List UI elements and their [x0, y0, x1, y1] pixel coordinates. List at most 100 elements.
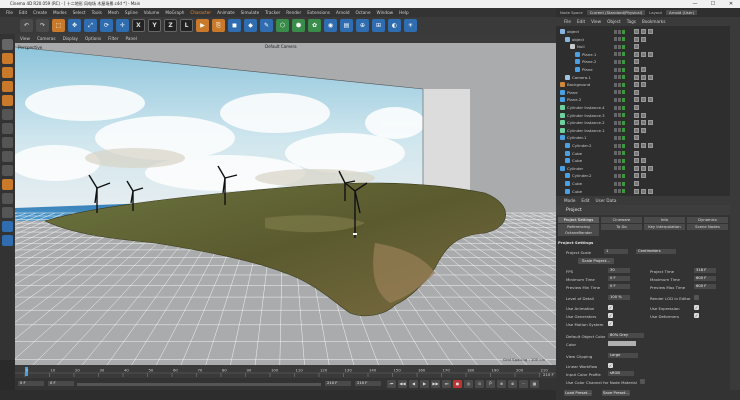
object-row[interactable]: Plane.1 — [556, 51, 730, 58]
tab-key-interpolation[interactable]: Key Interpolation — [644, 223, 685, 230]
object-name[interactable]: object — [572, 37, 584, 42]
object-tags[interactable] — [634, 181, 639, 186]
visibility-flags[interactable] — [614, 135, 625, 140]
main-menu-volume[interactable]: Volume — [144, 10, 160, 15]
node-space-select[interactable]: Current (Standard/Physical) — [586, 10, 646, 15]
toolbar-button[interactable]: ◉ — [324, 19, 337, 32]
left-tool-button[interactable] — [2, 109, 13, 120]
project-scale-input[interactable]: 1 — [604, 249, 628, 254]
toolbar-button[interactable]: ⟳ — [100, 19, 113, 32]
object-tags[interactable] — [634, 51, 653, 57]
main-menu-mograph[interactable]: MoGraph — [165, 10, 184, 15]
left-tool-button[interactable] — [2, 67, 13, 78]
current-frame-field[interactable]: 0 F — [18, 381, 44, 386]
viewport-menu-panel[interactable]: Panel — [126, 36, 137, 41]
object-name[interactable]: Cylinder — [567, 166, 583, 171]
toolbar-button[interactable]: ▶ — [196, 19, 209, 32]
use-color-channel-checkbox[interactable] — [640, 379, 645, 384]
transport-button[interactable]: ⊕ — [497, 380, 506, 388]
object-tags[interactable] — [634, 97, 653, 103]
object-row[interactable]: Cube — [556, 180, 730, 187]
main-menu-file[interactable]: File — [6, 10, 13, 15]
visibility-flags[interactable] — [614, 113, 625, 118]
visibility-flags[interactable] — [614, 158, 625, 163]
object-name[interactable]: Cylinder.1 — [567, 135, 586, 140]
toolbar-button[interactable]: L — [180, 19, 193, 32]
toolbar-button[interactable]: ✥ — [68, 19, 81, 32]
toolbar-button[interactable]: Z — [164, 19, 177, 32]
tab-to-do[interactable]: To Do — [601, 223, 642, 230]
left-tool-button[interactable] — [2, 39, 13, 50]
toolbar-button[interactable]: ⬚ — [52, 19, 65, 32]
project-scale-unit-select[interactable]: Centimeters — [636, 249, 676, 254]
left-tool-button[interactable] — [2, 81, 13, 92]
object-name[interactable]: Cube — [572, 189, 582, 194]
main-menu-arnold[interactable]: Arnold — [336, 10, 350, 15]
input-color-select[interactable]: sRGB — [608, 371, 634, 376]
color-swatch[interactable] — [608, 341, 636, 346]
object-row[interactable]: Plane — [556, 89, 730, 96]
toolbar-button[interactable]: ⊕ — [356, 19, 369, 32]
visibility-flags[interactable] — [614, 82, 625, 87]
timeline-ruler[interactable]: 0 10 20 30 40 50 60 70 80 90 100 110 120 130 140 150 160… — [15, 365, 556, 378]
object-name[interactable]: Camera.1 — [572, 75, 591, 80]
visibility-flags[interactable] — [614, 90, 625, 95]
object-name[interactable]: Cylinder.2 — [572, 143, 591, 148]
left-tool-button[interactable] — [2, 179, 13, 190]
use-generators-checkbox[interactable]: ✓ — [608, 313, 613, 318]
use-deformers-checkbox[interactable]: ✓ — [694, 313, 699, 318]
side-tabs[interactable] — [730, 26, 740, 390]
object-name[interactable]: Cylinder Instance.4 — [567, 105, 605, 110]
object-name[interactable]: Cube — [572, 158, 582, 163]
transport-button[interactable]: ◀ — [409, 380, 418, 388]
project-time-input[interactable]: 318 F — [694, 268, 716, 273]
close-button[interactable]: ✕ — [722, 0, 740, 8]
object-row[interactable]: Cylinder.2 — [556, 172, 730, 179]
object-menu-bookmarks[interactable]: Bookmarks — [642, 19, 665, 24]
save-preset-button[interactable]: Save Preset... — [602, 390, 630, 396]
tab-scene-nodes[interactable]: Scene Nodes — [687, 223, 728, 230]
visibility-flags[interactable] — [614, 120, 625, 125]
visibility-flags[interactable] — [614, 151, 625, 156]
toolbar-button[interactable]: ✛ — [116, 19, 129, 32]
viewport-menu-filter[interactable]: Filter — [108, 36, 118, 41]
object-row[interactable]: Cylinder Instance.4 — [556, 104, 730, 111]
toolbar-button[interactable]: ⬡ — [276, 19, 289, 32]
object-tags[interactable] — [634, 59, 639, 65]
object-row[interactable]: Null — [556, 43, 730, 50]
visibility-flags[interactable] — [614, 128, 625, 133]
toolbar-button[interactable]: ⬢ — [292, 19, 305, 32]
transport-button[interactable]: ▶▶ — [431, 380, 440, 388]
object-row[interactable]: Background — [556, 81, 730, 88]
left-tool-button[interactable] — [2, 235, 13, 246]
toolbar-button[interactable]: ◼ — [228, 19, 241, 32]
transport-button[interactable]: ● — [453, 380, 462, 388]
object-tags[interactable] — [634, 89, 639, 95]
object-tags[interactable] — [634, 82, 646, 88]
viewport-menu-options[interactable]: Options — [85, 36, 101, 41]
visibility-flags[interactable] — [614, 29, 625, 34]
transport-button[interactable]: ⊗ — [508, 380, 517, 388]
viewport-menu-display[interactable]: Display — [63, 36, 78, 41]
toolbar-button[interactable]: ◐ — [388, 19, 401, 32]
view-clipping-select[interactable]: Large — [608, 353, 638, 358]
object-tags[interactable] — [634, 135, 639, 141]
tab-project-settings[interactable]: Project Settings — [558, 217, 599, 223]
object-tags[interactable] — [634, 112, 646, 118]
object-name[interactable]: Plane — [567, 90, 578, 95]
object-tags[interactable] — [634, 143, 653, 148]
object-row[interactable]: Cube — [556, 150, 730, 157]
object-name[interactable]: Background — [567, 82, 590, 87]
object-name[interactable]: Cube — [572, 151, 582, 156]
object-name[interactable]: Plane.2 — [567, 97, 581, 102]
main-menu-spline[interactable]: Spline — [125, 10, 138, 15]
object-name[interactable]: Plane — [582, 67, 593, 72]
object-row[interactable]: Plane — [556, 66, 730, 73]
visibility-flags[interactable] — [614, 52, 625, 57]
left-tool-button[interactable] — [2, 193, 13, 204]
main-menu-help[interactable]: Help — [399, 10, 409, 15]
main-menu-modes[interactable]: Modes — [53, 10, 67, 15]
object-tags[interactable] — [634, 44, 639, 50]
object-row[interactable]: Cylinder Instance.3 — [556, 112, 730, 119]
object-row[interactable]: Plane.2 — [556, 58, 730, 65]
